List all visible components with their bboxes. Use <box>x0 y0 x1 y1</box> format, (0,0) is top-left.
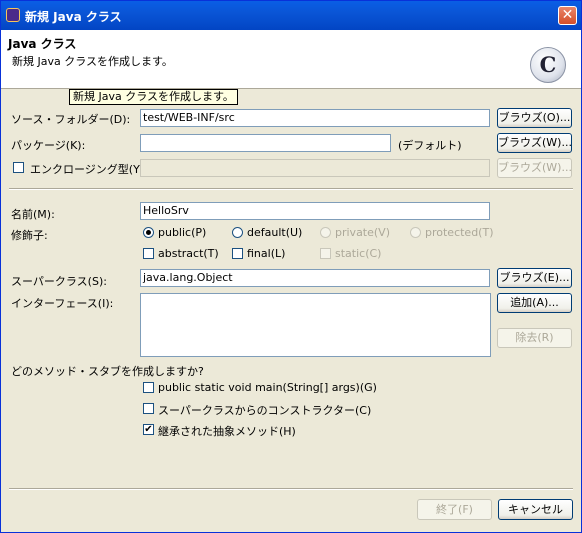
source-folder-label: ソース・フォルダー(D): <box>11 113 131 126</box>
inherited-methods-checkbox[interactable]: ✔ <box>143 424 154 435</box>
main-method-checkbox[interactable] <box>143 382 154 393</box>
add-interface-button[interactable]: 追加(A)... <box>497 293 572 313</box>
page-heading: Java クラス <box>8 37 77 51</box>
browse-source-folder-button[interactable]: ブラウズ(O)... <box>497 108 572 128</box>
browse-enclosing-type-button: ブラウズ(W)... <box>497 158 572 178</box>
tooltip: 新規 Java クラスを作成します。 <box>69 89 238 105</box>
browse-superclass-button[interactable]: ブラウズ(E)... <box>497 268 572 288</box>
interfaces-label: インターフェース(I): <box>11 297 114 310</box>
constructors-label: スーパークラスからのコンストラクター(C) <box>158 404 372 417</box>
constructors-checkbox[interactable] <box>143 403 154 414</box>
superclass-field[interactable]: java.lang.Object <box>140 269 490 287</box>
separator-top <box>9 188 573 190</box>
public-radio-label: public(P) <box>158 226 207 239</box>
final-checkbox[interactable] <box>232 248 243 259</box>
page-description: 新規 Java クラスを作成します。 <box>12 55 173 68</box>
modifiers-label: 修飾子: <box>11 229 48 242</box>
package-default-note: (デフォルト) <box>398 139 462 152</box>
java-class-icon: C <box>530 47 566 83</box>
name-label: 名前(M): <box>11 208 55 221</box>
class-name-field[interactable]: HelloSrv <box>140 202 490 220</box>
static-checkbox <box>320 248 331 259</box>
separator-bottom <box>9 488 573 490</box>
main-method-label: public static void main(String[] args)(G… <box>158 381 377 394</box>
eclipse-app-icon <box>6 8 20 22</box>
remove-interface-button: 除去(R) <box>497 328 572 348</box>
browse-package-button[interactable]: ブラウズ(W)... <box>497 133 572 153</box>
cancel-button[interactable]: キャンセル <box>498 499 573 520</box>
protected-radio-label: protected(T) <box>425 226 494 239</box>
abstract-checkbox-label: abstract(T) <box>158 247 219 260</box>
finish-button: 終了(F) <box>417 499 492 520</box>
enclosing-type-label: エンクロージング型(Y): <box>30 163 148 176</box>
new-java-class-dialog: 新規 Java クラス ✕ Java クラス 新規 Java クラスを作成します… <box>0 0 582 533</box>
interfaces-list[interactable] <box>140 293 491 357</box>
enclosing-type-checkbox[interactable] <box>13 162 24 173</box>
close-icon: ✕ <box>561 7 574 23</box>
superclass-label: スーパークラス(S): <box>11 275 107 288</box>
public-radio[interactable] <box>143 227 154 238</box>
enclosing-type-field <box>140 159 490 177</box>
check-mark-icon: ✔ <box>144 424 153 435</box>
abstract-checkbox[interactable] <box>143 248 154 259</box>
close-button[interactable]: ✕ <box>558 6 577 25</box>
private-radio <box>320 227 331 238</box>
title-bar[interactable]: 新規 Java クラス ✕ <box>1 1 581 30</box>
stubs-question: どのメソッド・スタブを作成しますか? <box>11 365 204 378</box>
package-field[interactable] <box>140 134 391 152</box>
wizard-banner: Java クラス 新規 Java クラスを作成します。 C <box>1 30 581 89</box>
default-radio-label: default(U) <box>247 226 303 239</box>
final-checkbox-label: final(L) <box>247 247 286 260</box>
source-folder-field[interactable]: test/WEB-INF/src <box>140 109 490 127</box>
package-label: パッケージ(K): <box>11 139 86 152</box>
default-radio[interactable] <box>232 227 243 238</box>
private-radio-label: private(V) <box>335 226 390 239</box>
protected-radio <box>410 227 421 238</box>
window-title: 新規 Java クラス <box>25 10 122 24</box>
inherited-methods-label: 継承された抽象メソッド(H) <box>158 425 296 438</box>
static-checkbox-label: static(C) <box>335 247 382 260</box>
